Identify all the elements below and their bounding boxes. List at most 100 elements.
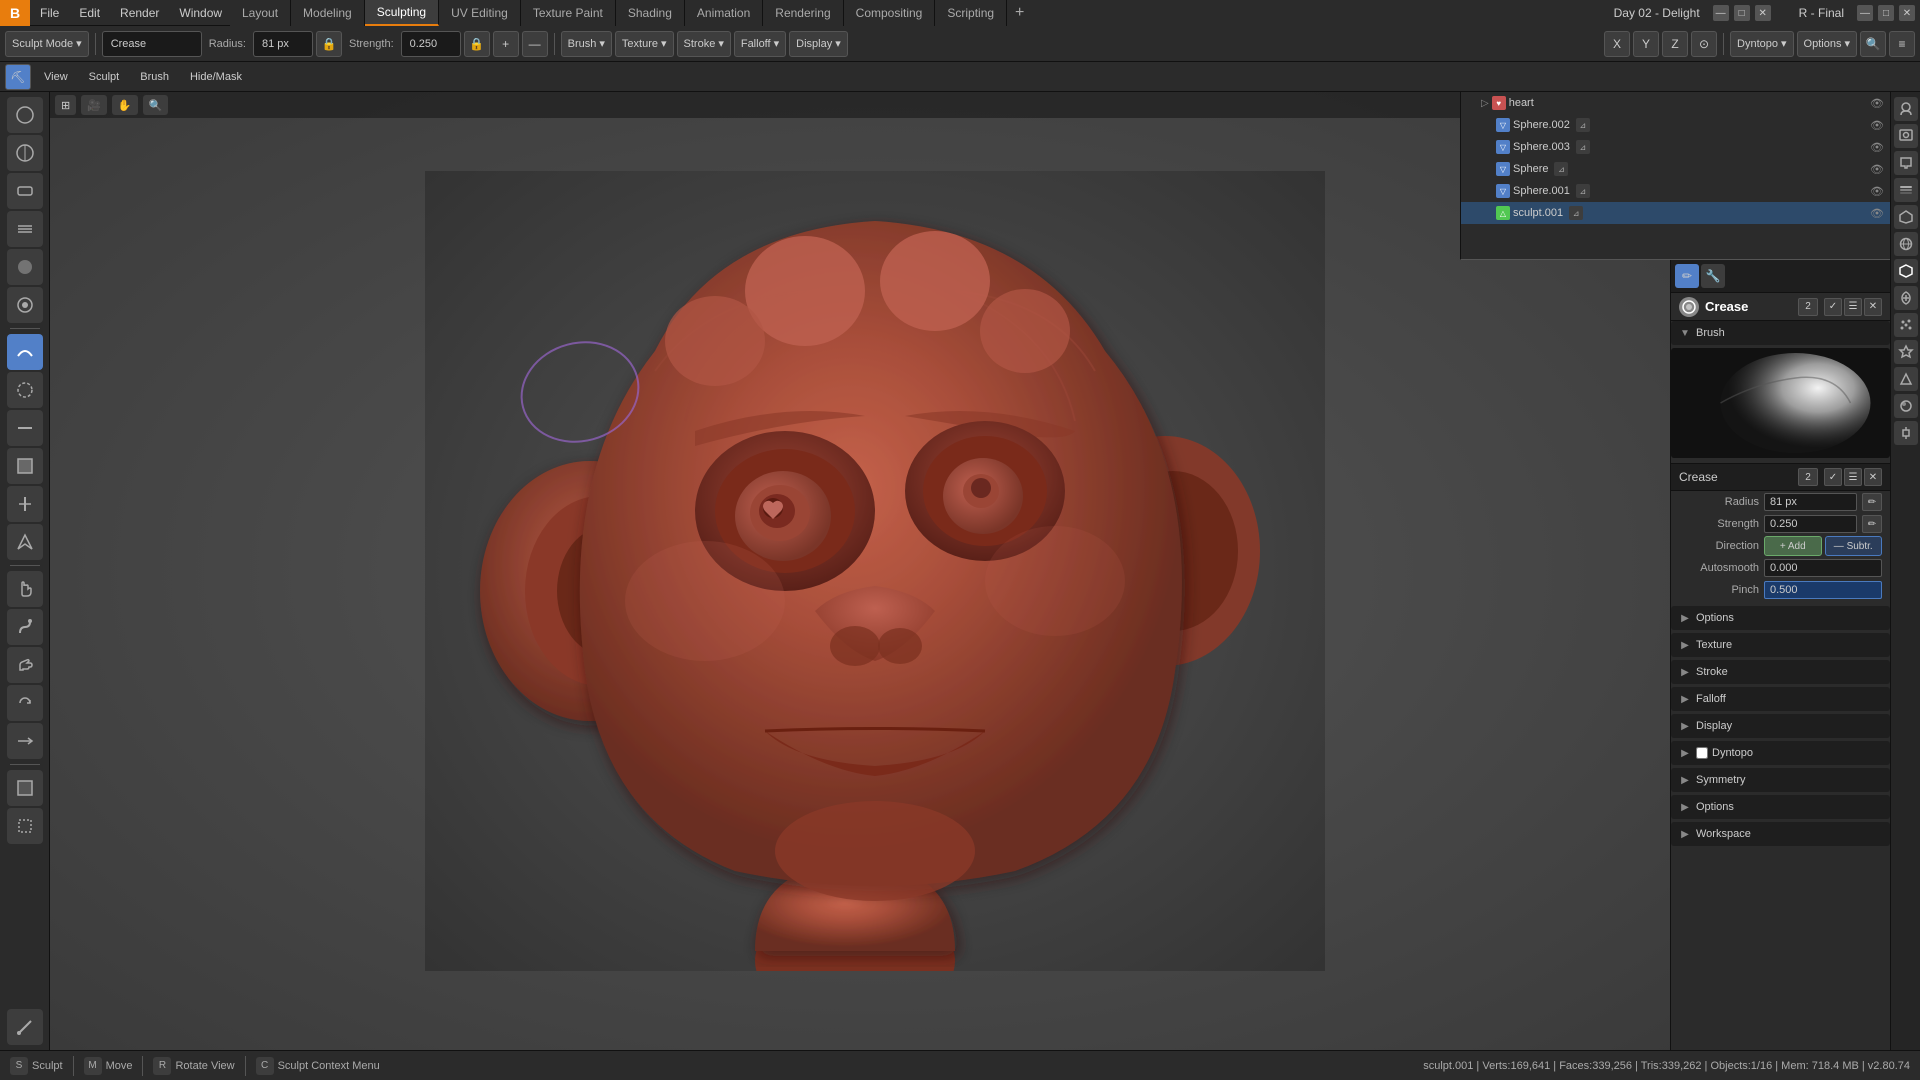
tab-rendering[interactable]: Rendering	[763, 0, 843, 26]
display-dropdown-btn[interactable]: Display ▾	[789, 31, 848, 57]
tool-scrape[interactable]	[7, 486, 43, 522]
radius-value-field[interactable]: 81 px	[253, 31, 313, 57]
render-close[interactable]: ✕	[1899, 5, 1915, 21]
proportional-edit-btn[interactable]: ⊙	[1691, 31, 1717, 57]
props-object-data-icon[interactable]	[1894, 367, 1918, 391]
props-tab-active-tool[interactable]: ✏	[1675, 264, 1699, 288]
menu-file[interactable]: File	[30, 0, 69, 25]
tool-blob[interactable]	[7, 287, 43, 323]
dyntopo-checkbox[interactable]	[1696, 747, 1708, 759]
outliner-item-sculpt001[interactable]: △ sculpt.001 ⊿ 👁	[1461, 202, 1890, 224]
mask-btn[interactable]: Hide/Mask	[182, 66, 250, 88]
crease-close-btn[interactable]: ✕	[1864, 468, 1882, 486]
texture-dropdown-btn[interactable]: Texture ▾	[615, 31, 674, 57]
brush-dropdown-btn[interactable]: Brush ▾	[561, 31, 612, 57]
tool-grab[interactable]	[7, 571, 43, 607]
radius-edit-btn[interactable]: ✏	[1862, 493, 1882, 511]
outliner-item-sphere002[interactable]: ▽ Sphere.002 ⊿ 👁	[1461, 114, 1890, 136]
brush-op-browse[interactable]: ☰	[1844, 298, 1862, 316]
viewport-type-btn[interactable]: ⊞	[55, 95, 76, 115]
display-section-header[interactable]: ▶ Display	[1671, 714, 1890, 738]
tool-fill[interactable]	[7, 448, 43, 484]
camera-btn[interactable]: 🎥	[81, 95, 107, 115]
props-particles-icon[interactable]	[1894, 313, 1918, 337]
tool-rotate[interactable]	[7, 685, 43, 721]
filter-btn[interactable]: ≡	[1889, 31, 1915, 57]
strength-edit-btn[interactable]: ✏	[1862, 515, 1882, 533]
viewport-axes-z[interactable]: Z	[1662, 31, 1688, 57]
tab-layout[interactable]: Layout	[230, 0, 291, 26]
tool-pinch[interactable]	[7, 524, 43, 560]
menu-window[interactable]: Window	[169, 0, 232, 25]
visibility-icon[interactable]: 👁	[1869, 205, 1885, 221]
tab-modeling[interactable]: Modeling	[291, 0, 365, 26]
viewport-axes-x[interactable]: X	[1604, 31, 1630, 57]
props-tab-workspace[interactable]: 🔧	[1701, 264, 1725, 288]
visibility-icon[interactable]: 👁	[1869, 183, 1885, 199]
tool-box-mask[interactable]	[7, 808, 43, 844]
brush-op-check[interactable]: ✓	[1824, 298, 1842, 316]
tool-inflate[interactable]	[7, 249, 43, 285]
tab-sculpting[interactable]: Sculpting	[365, 0, 439, 26]
window-controls[interactable]: —	[1713, 5, 1729, 21]
render-controls[interactable]: —	[1857, 5, 1873, 21]
tool-smooth[interactable]	[7, 372, 43, 408]
props-constraints-icon[interactable]	[1894, 421, 1918, 445]
strength-prop-value[interactable]: 0.250	[1764, 515, 1857, 533]
symmetry-section-header[interactable]: ▶ Symmetry	[1671, 768, 1890, 792]
tab-uv-editing[interactable]: UV Editing	[439, 0, 521, 26]
props-material-icon[interactable]	[1894, 394, 1918, 418]
viewport-content[interactable]: ⊞ 🎥 ✋ 🔍 ◻ ● ◑ ☀ ⊙ ◎ X	[50, 92, 1700, 1050]
radius-lock-btn[interactable]: 🔒	[316, 31, 342, 57]
tab-compositing[interactable]: Compositing	[844, 0, 936, 26]
workspace-section-header[interactable]: ▶ Workspace	[1671, 822, 1890, 846]
menu-render[interactable]: Render	[110, 0, 169, 25]
options-section-header[interactable]: ▶ Options	[1671, 606, 1890, 630]
tool-snake-hook[interactable]	[7, 609, 43, 645]
viewport[interactable]: ⊞ 🎥 ✋ 🔍 ◻ ● ◑ ☀ ⊙ ◎ X	[50, 92, 1700, 1050]
tool-draw-sharp[interactable]	[7, 135, 43, 171]
visibility-icon[interactable]: 👁	[1869, 117, 1885, 133]
render-maximize[interactable]: □	[1878, 5, 1894, 21]
radius-prop-value[interactable]: 81 px	[1764, 493, 1857, 511]
stroke-section-header[interactable]: ▶ Stroke	[1671, 660, 1890, 684]
strength-value-field[interactable]: 0.250	[401, 31, 461, 57]
tool-slide-relax[interactable]	[7, 723, 43, 759]
props-physics-icon[interactable]	[1894, 340, 1918, 364]
props-output-icon[interactable]	[1894, 151, 1918, 175]
brush-name-field[interactable]: Crease	[102, 31, 202, 57]
brush-sec-btn[interactable]: Brush	[132, 66, 177, 88]
tab-scripting[interactable]: Scripting	[935, 0, 1007, 26]
props-view-layer-icon[interactable]	[1894, 178, 1918, 202]
dyntopo-btn[interactable]: Dyntopo ▾	[1730, 31, 1794, 57]
crease-value[interactable]: 2	[1798, 468, 1818, 486]
outliner-item-heart[interactable]: ▷ ♥ heart 👁	[1461, 92, 1890, 114]
add-direction-btn[interactable]: +	[493, 31, 519, 57]
props-scene-data-icon[interactable]	[1894, 205, 1918, 229]
falloff-section-header[interactable]: ▶ Falloff	[1671, 687, 1890, 711]
autosmooth-prop-value[interactable]: 0.000	[1764, 559, 1882, 577]
tool-draw[interactable]	[7, 97, 43, 133]
props-object-icon[interactable]	[1894, 259, 1918, 283]
strength-lock-btn[interactable]: 🔒	[464, 31, 490, 57]
props-render-icon[interactable]	[1894, 124, 1918, 148]
tool-crease[interactable]	[7, 334, 43, 370]
tool-clay[interactable]	[7, 173, 43, 209]
outliner-item-sphere001[interactable]: ▽ Sphere.001 ⊿ 👁	[1461, 180, 1890, 202]
crease-check-btn[interactable]: ✓	[1824, 468, 1842, 486]
window-close[interactable]: ✕	[1755, 5, 1771, 21]
visibility-icon[interactable]: 👁	[1869, 95, 1885, 111]
brush-section-header[interactable]: ▼ Brush	[1671, 321, 1890, 345]
stroke-dropdown-btn[interactable]: Stroke ▾	[677, 31, 731, 57]
visibility-icon[interactable]: 👁	[1869, 139, 1885, 155]
pinch-prop-value[interactable]: 0.500	[1764, 581, 1882, 599]
sculpt-mode-selector[interactable]: Sculpt Mode ▾	[5, 31, 89, 57]
props-modifier-icon[interactable]	[1894, 286, 1918, 310]
tab-texture-paint[interactable]: Texture Paint	[521, 0, 616, 26]
falloff-dropdown-btn[interactable]: Falloff ▾	[734, 31, 786, 57]
crease-browse-btn[interactable]: ☰	[1844, 468, 1862, 486]
tool-annotate[interactable]	[7, 1009, 43, 1045]
menu-edit[interactable]: Edit	[69, 0, 110, 25]
tool-mask[interactable]	[7, 770, 43, 806]
options2-section-header[interactable]: ▶ Options	[1671, 795, 1890, 819]
